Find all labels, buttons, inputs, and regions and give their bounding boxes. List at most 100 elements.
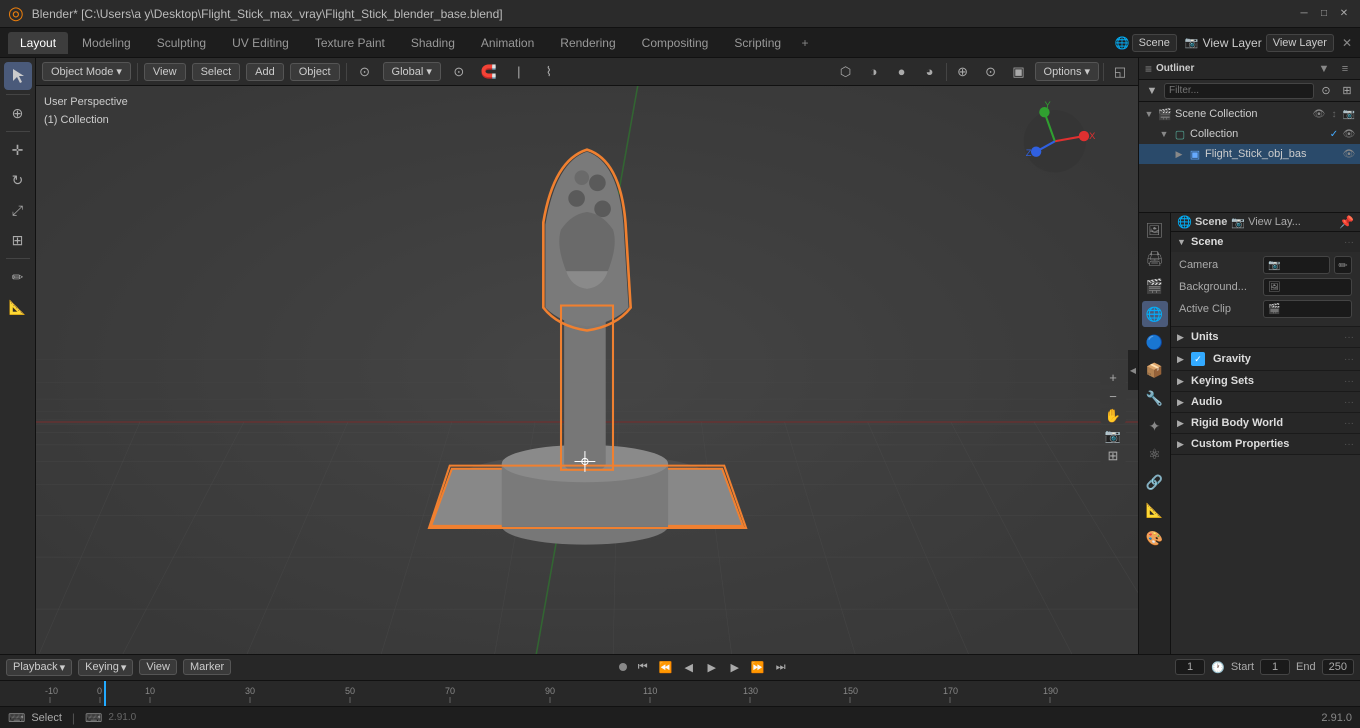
playback-menu-button[interactable]: Playback ▾ — [6, 659, 72, 676]
overlay-toggle-icon[interactable]: ⊙ — [979, 61, 1003, 83]
step-forward-button[interactable]: ⏩ — [747, 657, 769, 677]
outliner-filter-button[interactable]: ▼ — [1143, 82, 1161, 100]
transform-tool-button[interactable]: ⊞ — [4, 226, 32, 254]
pin-icon[interactable]: 📌 — [1339, 215, 1354, 229]
viewport-3d[interactable]: X Y Z User Perspective (1) Collection + … — [36, 86, 1138, 654]
gravity-checkbox[interactable]: ✓ — [1191, 352, 1205, 366]
restrict-render-icon[interactable]: 📷 — [1342, 107, 1356, 121]
view-menu-button[interactable]: View — [139, 659, 177, 675]
tab-scripting[interactable]: Scripting — [722, 32, 793, 54]
timeline-track[interactable]: -10 0 10 30 50 70 90 110 130 150 — [0, 681, 1360, 706]
tab-animation[interactable]: Animation — [469, 32, 546, 54]
local-view-button[interactable]: ⊞ — [1100, 448, 1126, 464]
active-clip-value[interactable]: 🎬 — [1263, 300, 1352, 318]
scene-section-header[interactable]: ▼ Scene ··· — [1171, 232, 1360, 252]
tab-uv-editing[interactable]: UV Editing — [220, 32, 301, 54]
constraints-properties-icon[interactable]: 🔗 — [1142, 469, 1168, 495]
current-frame-display[interactable]: 1 — [1175, 659, 1205, 675]
scene-selector[interactable]: Scene — [1132, 34, 1177, 52]
frame-end-input[interactable]: 250 — [1322, 659, 1354, 675]
cursor-tool-button[interactable]: ⊕ — [4, 99, 32, 127]
pan-button[interactable]: ✋ — [1100, 408, 1126, 424]
maximize-button[interactable]: □ — [1316, 6, 1332, 22]
automerge-icon[interactable]: ⌇ — [537, 61, 561, 83]
gizmo-toggle-icon[interactable]: ⊕ — [951, 61, 975, 83]
zoom-out-button[interactable]: − — [1100, 389, 1126, 404]
outliner-item-object[interactable]: ▶ ▣ Flight_Stick_obj_bas 👁 — [1139, 144, 1360, 164]
filter-icon[interactable]: ▼ — [1315, 60, 1333, 78]
move-tool-button[interactable]: ✛ — [4, 136, 32, 164]
xray-toggle-icon[interactable]: ▣ — [1007, 61, 1031, 83]
object-mode-button[interactable]: Object Mode ▾ — [42, 62, 131, 81]
workspace-options-icon[interactable]: ✕ — [1342, 36, 1352, 50]
tab-sculpting[interactable]: Sculpting — [145, 32, 218, 54]
panel-collapse-button[interactable]: ◀ — [1128, 350, 1138, 390]
rotate-tool-button[interactable]: ↻ — [4, 166, 32, 194]
tab-texture-paint[interactable]: Texture Paint — [303, 32, 397, 54]
select-menu-button[interactable]: Select — [192, 63, 241, 81]
tab-layout[interactable]: Layout — [8, 32, 68, 54]
camera-settings-button[interactable]: ✏ — [1334, 256, 1352, 274]
options-button[interactable]: Options ▾ — [1035, 62, 1099, 81]
background-value[interactable]: 🖼 — [1263, 278, 1352, 296]
mirror-icon[interactable]: | — [507, 61, 531, 83]
object-properties-icon[interactable]: 📦 — [1142, 357, 1168, 383]
data-properties-icon[interactable]: 📐 — [1142, 497, 1168, 523]
viewport-shading-solid[interactable]: ◑ — [862, 61, 886, 83]
step-back-frame-button[interactable]: ◀ — [678, 657, 700, 677]
scene-properties-icon[interactable]: 🌐 — [1142, 301, 1168, 327]
options-icon[interactable]: ≡ — [1336, 60, 1354, 78]
render-properties-icon[interactable]: 🖼 — [1142, 217, 1168, 243]
fullscreen-icon[interactable]: ◱ — [1108, 61, 1132, 83]
material-properties-icon[interactable]: 🎨 — [1142, 525, 1168, 551]
gravity-section-header[interactable]: ▶ ✓ Gravity ··· — [1171, 348, 1360, 370]
object-menu-button[interactable]: Object — [290, 63, 340, 81]
view-layer-properties-icon[interactable]: 🎬 — [1142, 273, 1168, 299]
audio-section-header[interactable]: ▶ Audio ··· — [1171, 392, 1360, 412]
jump-to-end-button[interactable]: ⏭ — [770, 657, 792, 677]
close-button[interactable]: ✕ — [1336, 6, 1352, 22]
snap-toggle-icon[interactable]: 🧲 — [477, 61, 501, 83]
global-transform-button[interactable]: Global ▾ — [383, 62, 441, 81]
physics-properties-icon[interactable]: ⚛ — [1142, 441, 1168, 467]
annotate-tool-button[interactable]: ✏ — [4, 263, 32, 291]
view-layer-selector[interactable]: View Layer — [1266, 34, 1334, 52]
rigid-body-world-section-header[interactable]: ▶ Rigid Body World ··· — [1171, 413, 1360, 433]
zoom-in-button[interactable]: + — [1100, 370, 1126, 385]
viewport-shading-material[interactable]: ◕ — [918, 61, 942, 83]
outliner-item-collection[interactable]: ▼ ▢ Collection ✓ 👁 — [1139, 124, 1360, 144]
output-properties-icon[interactable]: 🖨 — [1142, 245, 1168, 271]
viewport-shading-wireframe[interactable]: ⬡ — [834, 61, 858, 83]
visibility-icon[interactable]: ✓ — [1327, 127, 1341, 141]
world-properties-icon[interactable]: 🔵 — [1142, 329, 1168, 355]
proportional-edit-icon[interactable]: ⊙ — [447, 61, 471, 83]
marker-menu-button[interactable]: Marker — [183, 659, 231, 675]
outliner-sync-button[interactable]: ⊙ — [1317, 82, 1335, 100]
view-menu-button[interactable]: View — [144, 63, 186, 81]
tab-rendering[interactable]: Rendering — [548, 32, 627, 54]
viewport-shading-rendered[interactable]: ● — [890, 61, 914, 83]
frame-start-input[interactable]: 1 — [1260, 659, 1290, 675]
outliner-item-scene-collection[interactable]: ▼ 🎬 Scene Collection 👁 ↕ 📷 — [1139, 104, 1360, 124]
tab-compositing[interactable]: Compositing — [630, 32, 721, 54]
play-button[interactable]: ▶ — [701, 657, 723, 677]
modifier-properties-icon[interactable]: 🔧 — [1142, 385, 1168, 411]
restrict-select-icon[interactable]: 👁 — [1342, 127, 1356, 141]
add-workspace-button[interactable]: + — [795, 33, 815, 53]
custom-properties-section-header[interactable]: ▶ Custom Properties ··· — [1171, 434, 1360, 454]
select-tool-button[interactable] — [4, 62, 32, 90]
keying-sets-section-header[interactable]: ▶ Keying Sets ··· — [1171, 371, 1360, 391]
tab-modeling[interactable]: Modeling — [70, 32, 143, 54]
step-back-button[interactable]: ⏪ — [655, 657, 677, 677]
add-menu-button[interactable]: Add — [246, 63, 284, 81]
restrict-select-icon[interactable]: ↕ — [1327, 107, 1341, 121]
keying-menu-button[interactable]: Keying ▾ — [78, 659, 133, 676]
snap-icon[interactable]: ⊙ — [353, 61, 377, 83]
scale-tool-button[interactable]: ⤢ — [4, 196, 32, 224]
minimize-button[interactable]: ─ — [1296, 6, 1312, 22]
step-forward-frame-button[interactable]: ▶ — [724, 657, 746, 677]
jump-to-start-button[interactable]: ⏮ — [632, 657, 654, 677]
camera-view-button[interactable]: 📷 — [1100, 428, 1126, 444]
outliner-search-input[interactable] — [1164, 83, 1314, 99]
visibility-icon[interactable]: 👁 — [1312, 107, 1326, 121]
